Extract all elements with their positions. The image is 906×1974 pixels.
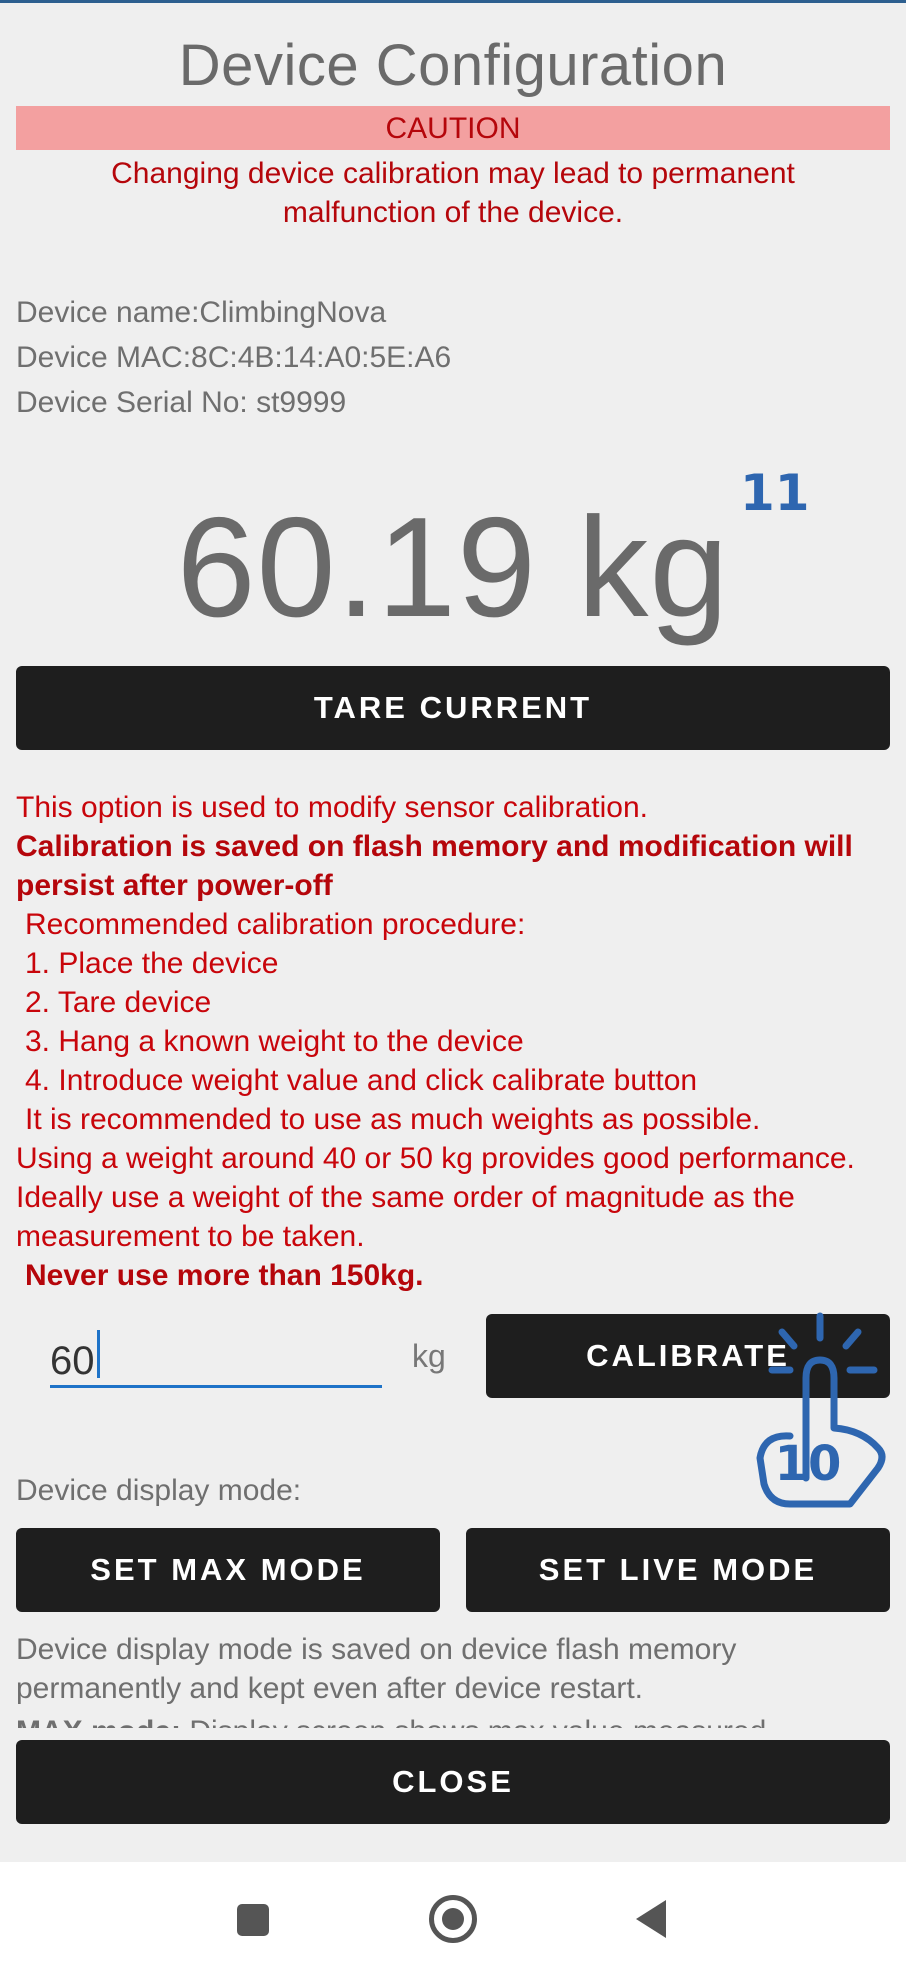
max-mode-text: Display screen shows max value measured bbox=[189, 1715, 766, 1728]
device-serial: Device Serial No: st9999 bbox=[16, 386, 347, 419]
recommendation-text: It is recommended to use as much weights… bbox=[25, 1103, 761, 1136]
max-weight-limit: Never use more than 150kg. bbox=[25, 1259, 424, 1292]
caution-banner: CAUTION bbox=[16, 106, 890, 150]
calibration-intro: This option is used to modify sensor cal… bbox=[16, 791, 648, 824]
calibration-help: This option is used to modify sensor cal… bbox=[16, 788, 896, 1295]
procedure-title: Recommended calibration procedure: bbox=[25, 908, 526, 941]
tare-current-button[interactable]: TARE CURRENT bbox=[16, 666, 890, 750]
close-button[interactable]: CLOSE bbox=[16, 1740, 890, 1824]
step-annotation-10: 10 bbox=[775, 1436, 842, 1492]
caution-message: Changing device calibration may lead to … bbox=[111, 157, 795, 229]
procedure-step: 2. Tare device bbox=[25, 986, 212, 1019]
display-mode-description: Device display mode is saved on device f… bbox=[16, 1633, 737, 1705]
procedure-step: 1. Place the device bbox=[25, 947, 279, 980]
page-title: Device Configuration bbox=[178, 33, 728, 98]
device-name: Device name:ClimbingNova bbox=[16, 296, 387, 329]
procedure-step: 4. Introduce weight value and click cali… bbox=[25, 1064, 698, 1097]
max-mode-description: MAX mode: Display screen shows max value… bbox=[16, 1712, 896, 1728]
text-cursor bbox=[97, 1330, 100, 1378]
set-live-mode-button[interactable]: SET LIVE MODE bbox=[466, 1528, 890, 1612]
back-icon[interactable] bbox=[636, 1900, 666, 1938]
weight-unit-label: kg bbox=[412, 1338, 446, 1374]
home-icon[interactable] bbox=[429, 1895, 477, 1943]
calibration-persist-warning: Calibration is saved on flash memory and… bbox=[16, 830, 853, 902]
weight-advice-text: Using a weight around 40 or 50 kg provid… bbox=[16, 1142, 855, 1253]
top-accent-line bbox=[0, 0, 906, 3]
set-max-mode-button[interactable]: SET MAX MODE bbox=[16, 1528, 440, 1612]
display-mode-label: Device display mode: bbox=[16, 1474, 302, 1507]
procedure-step: 3. Hang a known weight to the device bbox=[25, 1025, 524, 1058]
recents-icon[interactable] bbox=[237, 1904, 269, 1936]
device-mac: Device MAC:8C:4B:14:A0:5E:A6 bbox=[16, 341, 452, 374]
max-mode-prefix: MAX mode: bbox=[16, 1715, 181, 1728]
step-annotation-11: 11 bbox=[740, 464, 810, 522]
tap-hand-icon: 10 bbox=[730, 1308, 890, 1523]
